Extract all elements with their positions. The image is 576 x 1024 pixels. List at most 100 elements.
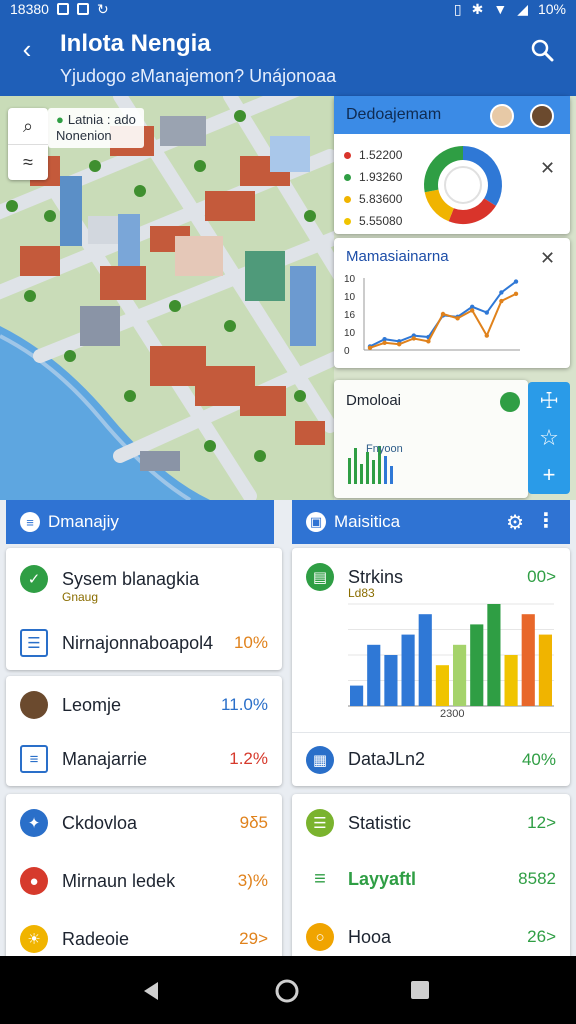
search-icon[interactable] (530, 38, 554, 62)
bar (418, 614, 432, 706)
list-item[interactable]: ☰ Nirnajonnaboapol4 10% (6, 616, 282, 670)
list-item-label: Ckdovloa (62, 812, 138, 833)
line-point (513, 279, 519, 284)
line-point (411, 336, 416, 341)
left-card-1[interactable]: ✓ Sysem blanagkia Gnaug ☰ Nirnajonnaboap… (6, 548, 282, 670)
id-card-icon: ≡ (20, 745, 48, 773)
back-arrow-icon[interactable]: ‹ (14, 36, 40, 62)
legend-item: 5.55080 (344, 210, 402, 232)
recents-nav-icon[interactable] (408, 978, 432, 1002)
status-time: 18380 (10, 1, 49, 17)
legend-label: 1.52200 (359, 148, 403, 162)
line-point (426, 339, 431, 344)
status-bar: 18380 ↻ ▯ ✱ ▼ ◢ 10% (0, 0, 576, 18)
bar (435, 665, 449, 706)
add-icon[interactable]: + (528, 456, 570, 493)
list-item-value: 12> (527, 813, 556, 832)
chart-icon: ▦ (306, 745, 334, 774)
list-item[interactable]: ▤ Strkins 00> (292, 550, 570, 604)
list-item-label: Manajarrie (62, 748, 148, 769)
list-item[interactable]: ▦ DataJLn2 40% (292, 732, 570, 786)
signal-icon: ◢ (517, 0, 528, 17)
legend-item: 1.52200 (344, 144, 402, 166)
stats-label: Strkins (348, 566, 404, 587)
line-point (484, 310, 489, 315)
line-point (397, 342, 402, 347)
list-item[interactable]: Leomje 11.0% (6, 678, 282, 732)
list-item-sub: Gnaug (62, 590, 99, 604)
notification-icon (76, 3, 89, 15)
app-subtitle: Yjudogo ƨManajemon? Unájonoaa (60, 66, 337, 86)
avatar[interactable] (530, 104, 554, 128)
list-item-value: 29> (239, 929, 268, 948)
donut-center (444, 166, 482, 204)
search-circle-icon: ○ (306, 923, 334, 951)
list-item-label: Statistic (348, 812, 412, 833)
home-nav-icon[interactable] (274, 978, 300, 1004)
more-vertical-icon[interactable]: ⋮ (536, 508, 556, 533)
network-icon: ✦ (20, 809, 48, 837)
line-point (499, 298, 504, 304)
section-header-right[interactable]: ▣ Maisitica ⚙ ⋮ (292, 500, 570, 544)
bar (538, 634, 552, 706)
close-icon[interactable]: ✕ (540, 158, 555, 179)
folder-icon: ▤ (306, 563, 334, 591)
app-title: Inlota Nengia (60, 30, 211, 57)
donut-slice (448, 198, 496, 224)
list-item[interactable]: ≡ Layyaftl 8582 (292, 852, 570, 906)
map-location-chip[interactable]: ● Latnia : ado Nonenion (48, 108, 144, 148)
line-point (470, 308, 475, 313)
list-item-value: 8582 (518, 869, 556, 888)
mini-panel-title: Dmoloai (346, 392, 402, 409)
line-point (513, 291, 519, 297)
star-icon[interactable]: ☆ (528, 419, 570, 456)
donut-chart (424, 146, 502, 224)
bar (487, 604, 501, 706)
map-tools: ⌕ ≈ (8, 108, 48, 180)
bar (470, 624, 484, 706)
gear-icon[interactable]: ⚙ (506, 510, 524, 535)
legend-label: 1.93260 (359, 170, 403, 184)
layers-icon[interactable]: ☩ (528, 382, 570, 419)
bar-chart-xlabel: 2300 (440, 708, 465, 720)
statistics-card[interactable]: ▤ Strkins 00> Ld83 2300 ▦ DataJLn2 40% (292, 548, 570, 786)
map-route-icon[interactable]: ≈ (8, 144, 48, 180)
list-item-value: 40% (521, 749, 556, 769)
left-card-2[interactable]: Leomje 11.0% ≡ Manajarrie 1.2% (6, 676, 282, 786)
legend-item: 1.93260 (344, 166, 402, 188)
list-item[interactable]: ✦ Ckdovloa 9δ5 (6, 796, 282, 850)
section-left-title: Dmanajiy (48, 512, 119, 531)
back-nav-icon[interactable] (138, 978, 164, 1004)
statistic-icon: ☰ (306, 809, 334, 837)
chip-line-1: Latnia : ado (67, 112, 136, 127)
layout-icon: ≡ (306, 865, 334, 893)
left-card-3[interactable]: ✦ Ckdovloa 9δ5 ● Mirnaun ledek 3)% ☀ Rad… (6, 794, 282, 964)
list-item[interactable]: ● Mirnaun ledek 3)% (6, 854, 282, 908)
list-item-label: Radeoie (62, 928, 130, 949)
list-item-value: 26> (527, 927, 556, 946)
list-item-label: Hooa (348, 926, 392, 947)
radar-icon: ☀ (20, 925, 48, 953)
bar (504, 655, 518, 706)
wifi-icon: ▼ (493, 1, 508, 17)
map-search-icon[interactable]: ⌕ (8, 108, 48, 144)
avatar (20, 691, 48, 719)
bar (401, 634, 415, 706)
legend-dot (344, 218, 351, 226)
list-item-value: 11.0% (221, 695, 268, 714)
mini-bar-chart: Fnyoon (348, 443, 403, 484)
battery-level: 10% (537, 1, 566, 17)
notification-icon (56, 3, 69, 15)
menu-icon: ≡ (20, 512, 40, 532)
list-item-value: 10% (233, 633, 268, 652)
list-item[interactable]: ✓ Sysem blanagkia (6, 552, 282, 606)
list-item-value: 9δ5 (239, 813, 268, 832)
avatar[interactable] (490, 104, 514, 128)
right-card-2[interactable]: ☰ Statistic 12> ≡ Layyaftl 8582 ○ Hooa 2… (292, 794, 570, 964)
section-right-title: Maisitica (334, 512, 401, 531)
y-tick-label: 10 (344, 292, 356, 303)
list-item[interactable]: ☰ Statistic 12> (292, 796, 570, 850)
y-tick-label: 10 (344, 274, 356, 285)
section-header-left[interactable]: ≡ Dmanajiy (6, 500, 274, 544)
list-item[interactable]: ≡ Manajarrie 1.2% (6, 732, 282, 786)
